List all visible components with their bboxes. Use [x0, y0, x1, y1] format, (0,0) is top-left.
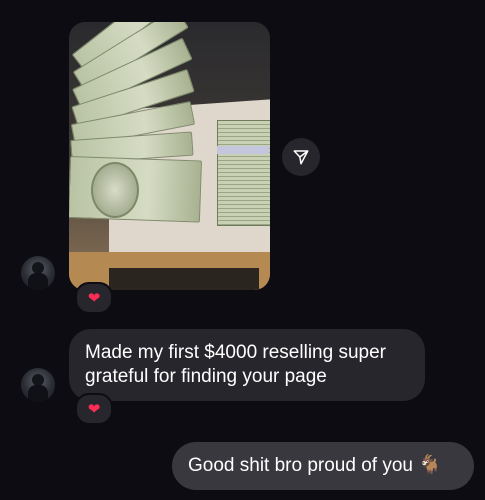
photo-message[interactable] — [69, 22, 270, 290]
photo-cash-band — [217, 146, 269, 154]
heart-icon: ❤ — [87, 290, 101, 307]
heart-reaction[interactable]: ❤ — [75, 393, 113, 425]
avatar[interactable] — [21, 256, 55, 290]
message-text: Made my first $4000 reselling super grat… — [85, 342, 386, 387]
goat-emoji: 🐐 — [418, 455, 442, 476]
incoming-message-bubble[interactable]: Made my first $4000 reselling super grat… — [69, 329, 425, 401]
outgoing-message-bubble[interactable]: Good shit bro proud of you 🐐 — [172, 442, 474, 490]
photo-box-shadow — [109, 268, 259, 290]
photo-bill-portrait — [91, 162, 139, 218]
heart-reaction[interactable]: ❤ — [75, 282, 113, 314]
share-button[interactable] — [282, 138, 320, 176]
avatar[interactable] — [21, 368, 55, 402]
paper-plane-icon — [293, 150, 309, 165]
heart-icon: ❤ — [87, 401, 101, 418]
photo-cash-stack — [217, 120, 270, 226]
message-text: Good shit bro proud of you — [188, 455, 413, 476]
